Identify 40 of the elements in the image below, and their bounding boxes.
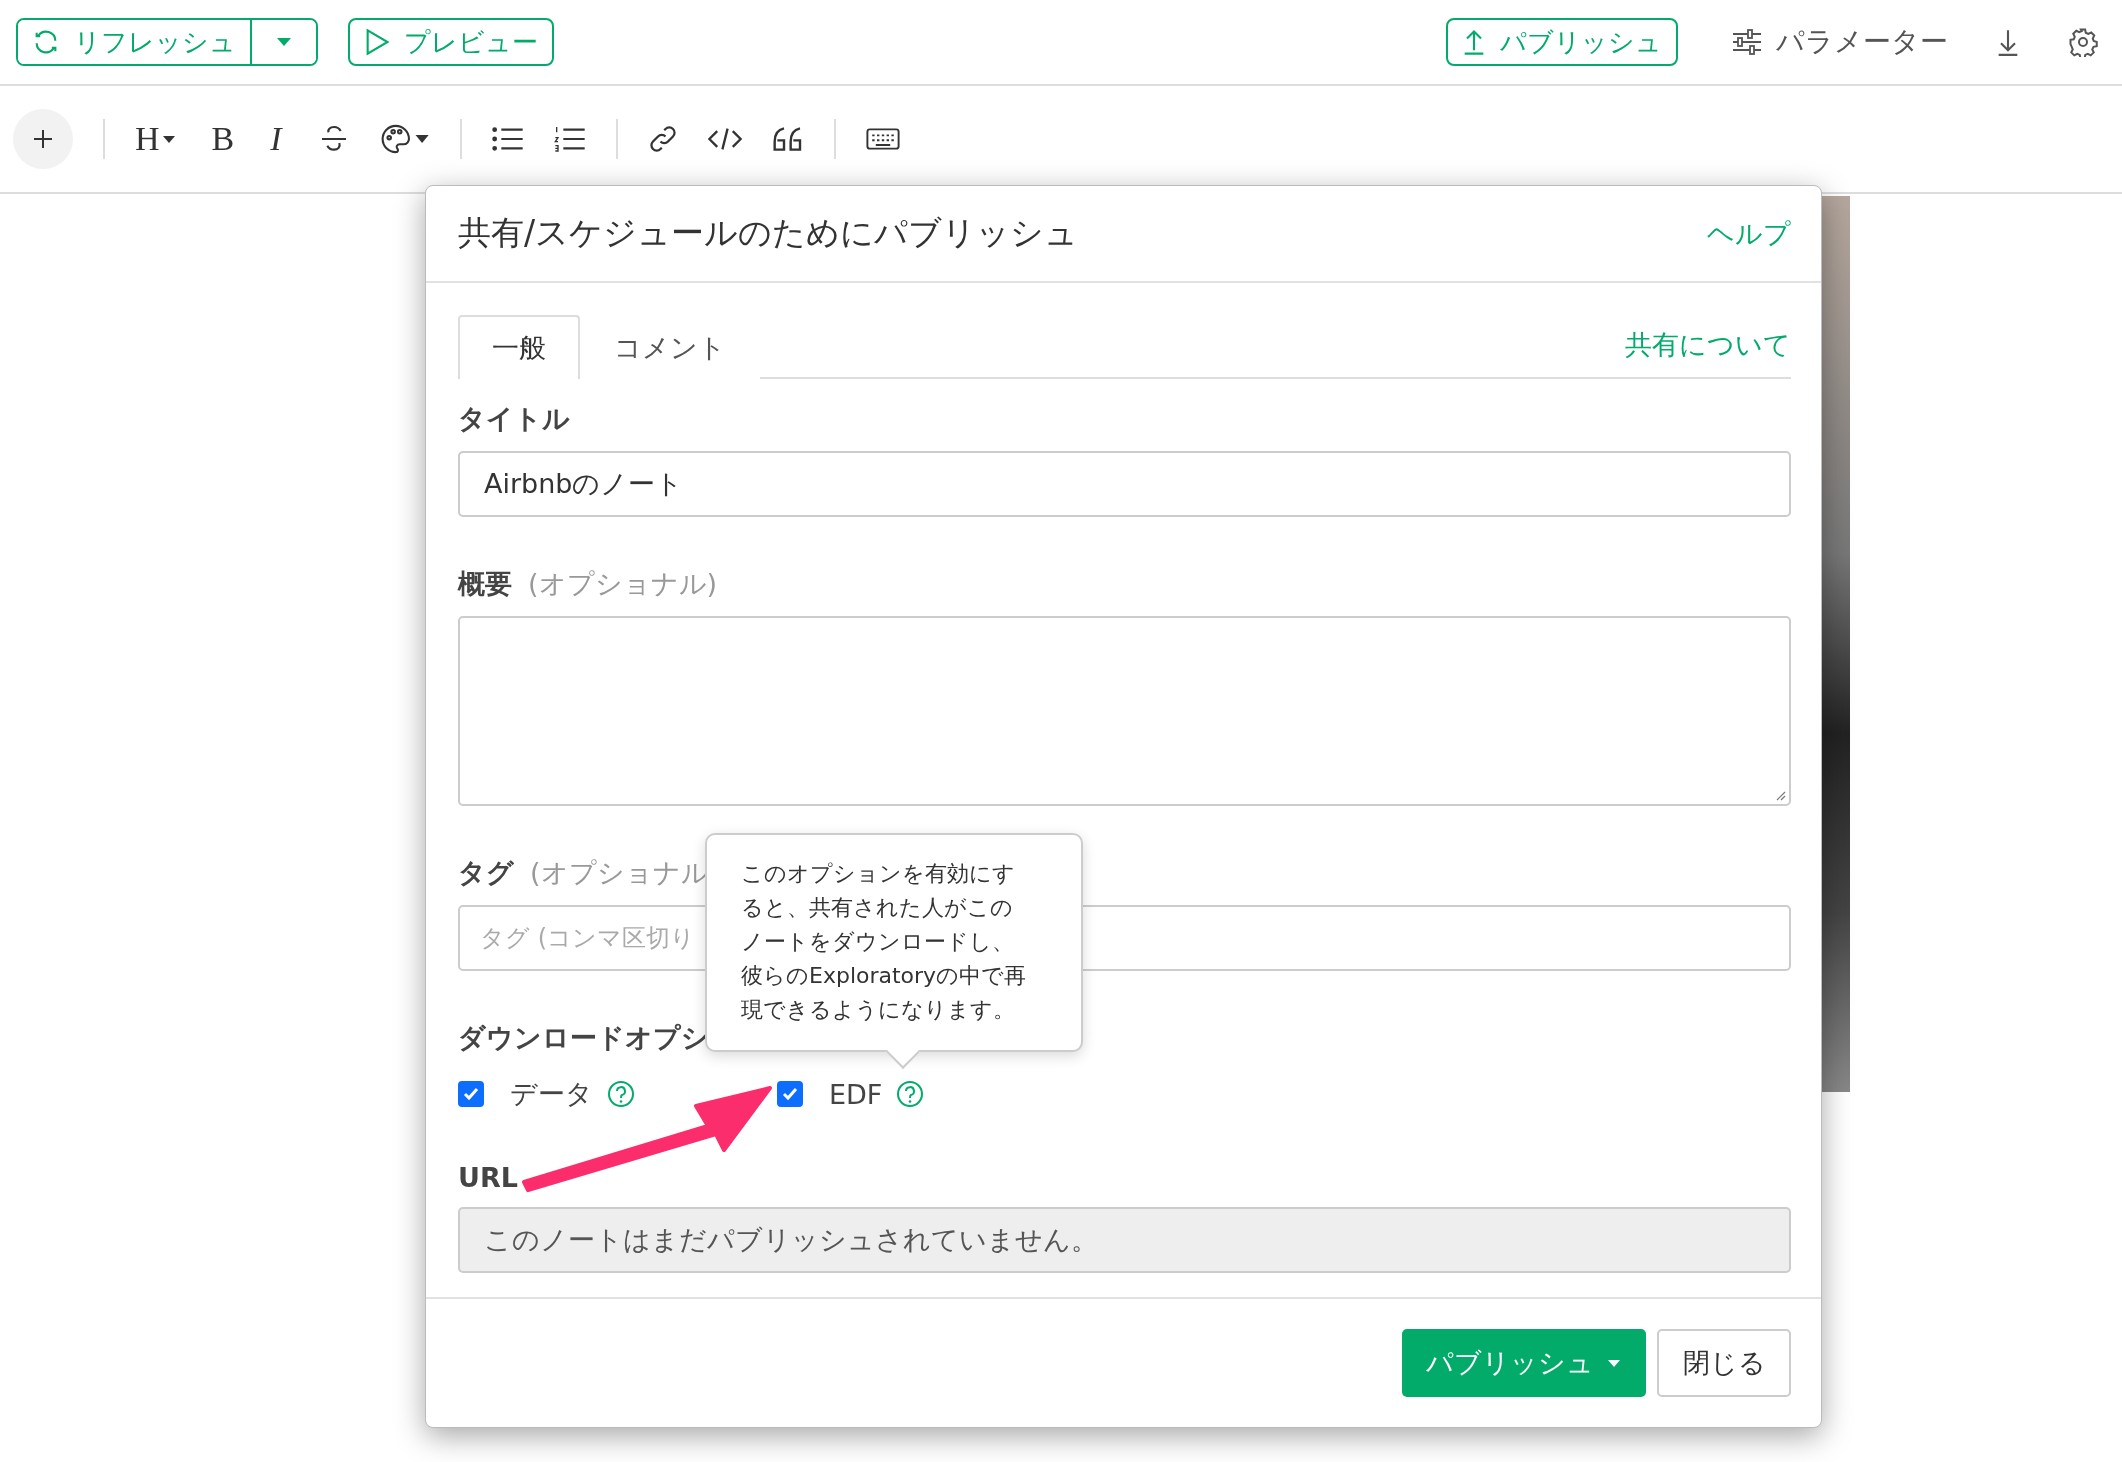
- title-input[interactable]: Airbnbのノート: [458, 451, 1791, 517]
- caret-icon: [1606, 1358, 1622, 1368]
- help-icon[interactable]: [607, 1080, 635, 1108]
- download-icon[interactable]: [1996, 28, 2020, 56]
- parameters-button[interactable]: パラメーター: [1732, 23, 1948, 61]
- palette-icon[interactable]: [379, 123, 430, 155]
- checkbox[interactable]: [458, 1081, 484, 1107]
- caret-icon: [161, 134, 176, 144]
- checkbox-label: データ: [510, 1077, 593, 1111]
- keyboard-icon[interactable]: [865, 127, 900, 151]
- settings-icon[interactable]: [2068, 27, 2098, 57]
- tab[interactable]: 一般: [458, 315, 580, 379]
- numbered-list-icon[interactable]: [553, 125, 586, 153]
- url-field: このノートはまだパブリッシュされていません。: [458, 1207, 1791, 1273]
- caret-icon: [276, 37, 292, 47]
- check-icon: [462, 1085, 480, 1103]
- resize-grip-icon: [1774, 789, 1786, 801]
- optional-hint: (オプショナル): [528, 567, 718, 601]
- dialog-title: 共有/スケジュールのためにパブリッシュ: [458, 212, 1079, 254]
- bold-button[interactable]: B: [211, 120, 235, 158]
- checkbox-label: EDF: [829, 1078, 883, 1110]
- heading-button[interactable]: H: [135, 120, 176, 158]
- field-label: ダウンロードオプシ: [458, 1021, 709, 1055]
- help-icon[interactable]: [896, 1080, 925, 1108]
- check-icon: [781, 1085, 799, 1103]
- play-icon: [364, 28, 390, 56]
- field-label: 概要: [458, 567, 512, 601]
- code-icon[interactable]: [707, 126, 742, 152]
- field-label: タグ: [458, 856, 514, 890]
- italic-button[interactable]: I: [270, 120, 282, 158]
- bullet-list-icon[interactable]: [491, 125, 524, 153]
- link-icon[interactable]: [647, 124, 678, 154]
- upload-icon: [1462, 28, 1486, 56]
- quote-icon[interactable]: [771, 125, 804, 153]
- sliders-icon: [1732, 28, 1762, 56]
- field-label: URL: [458, 1162, 518, 1193]
- field-label: タイトル: [458, 402, 570, 436]
- close-button[interactable]: 閉じる: [1657, 1329, 1791, 1397]
- plus-icon: [32, 128, 54, 150]
- checkbox[interactable]: [777, 1081, 803, 1107]
